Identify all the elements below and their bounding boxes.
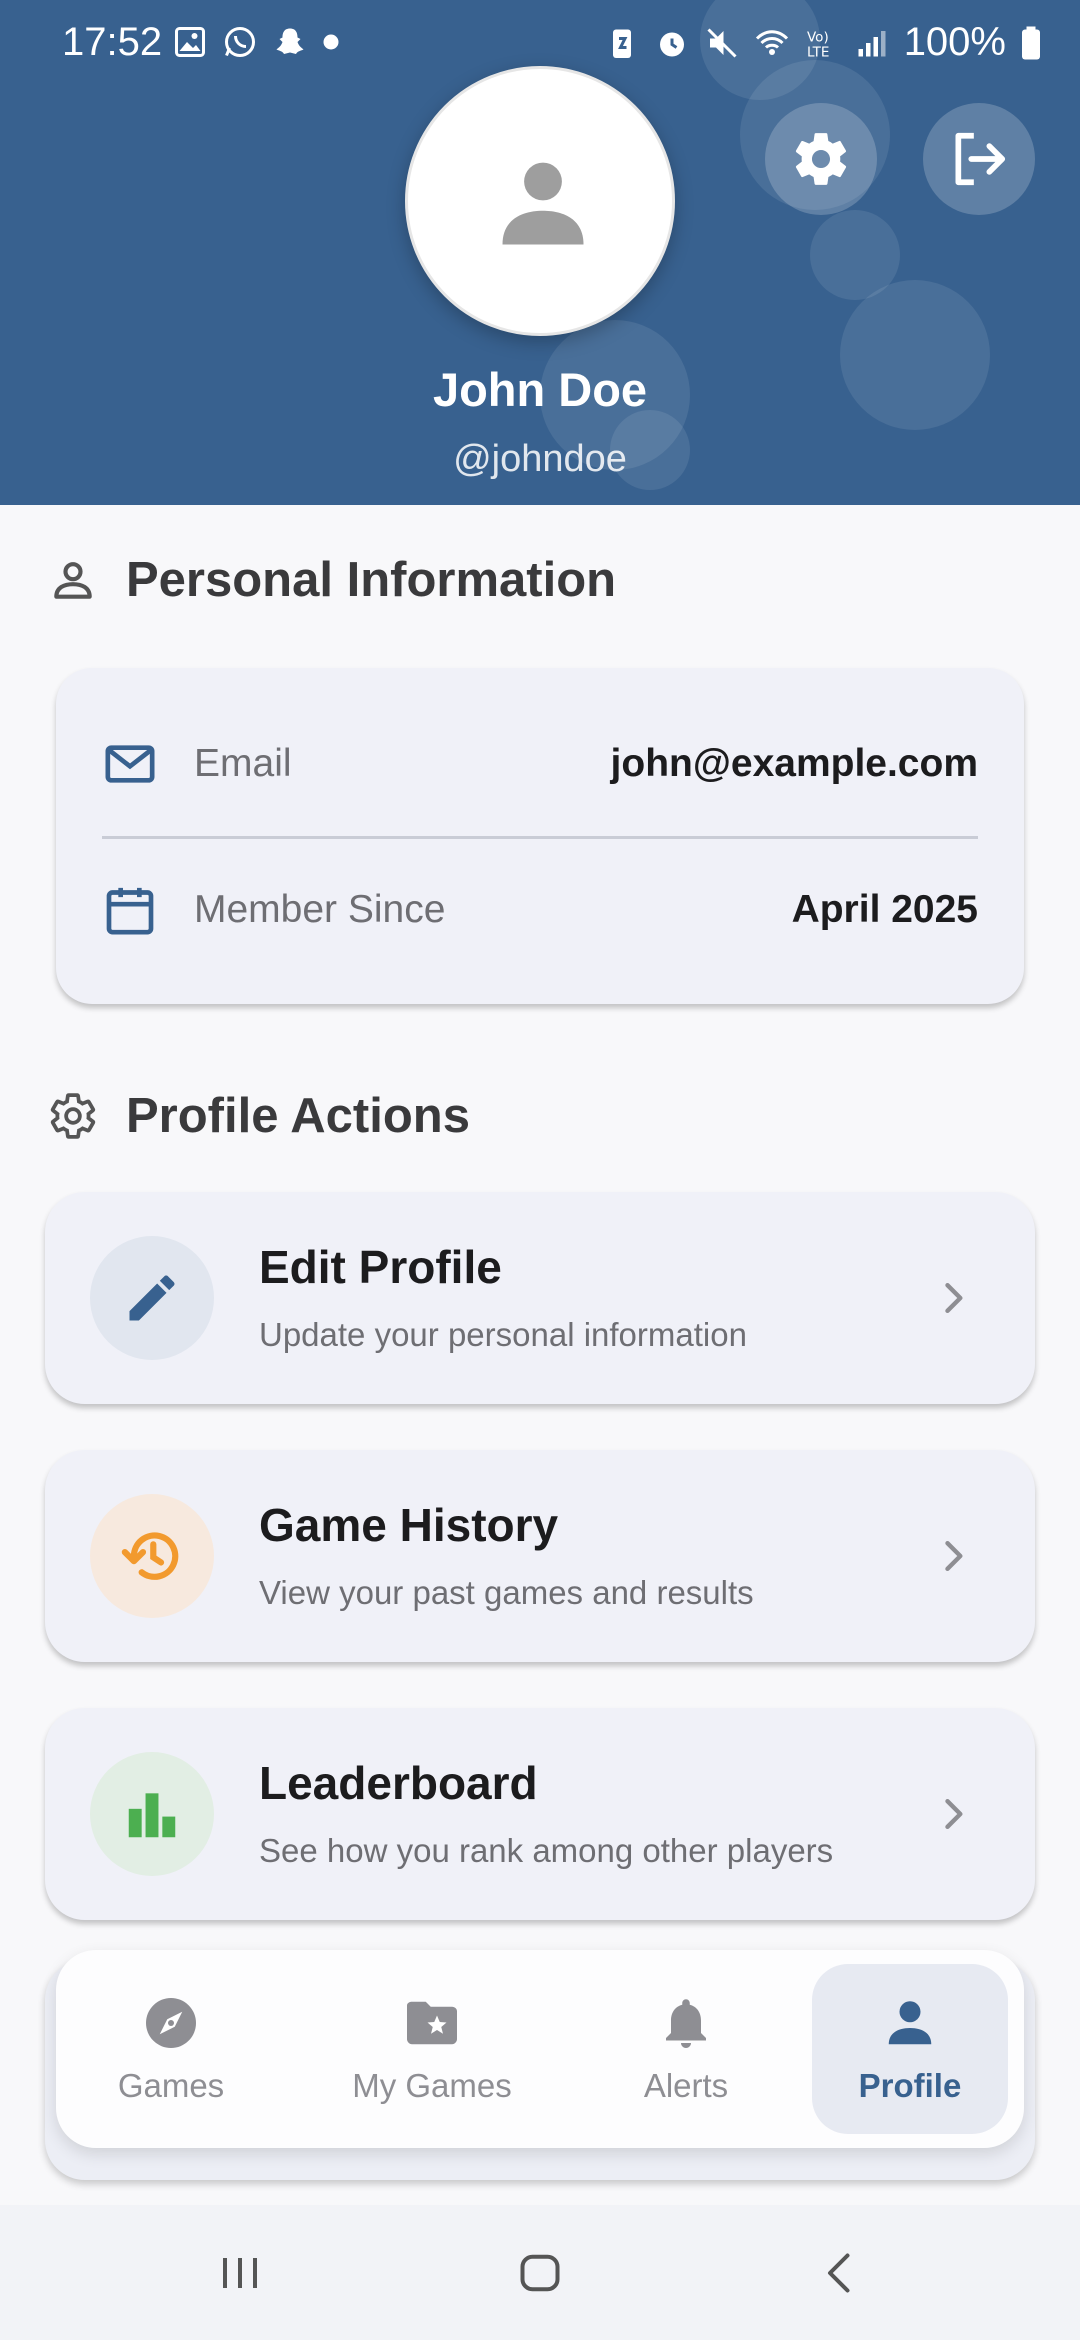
back-icon [828,2253,850,2292]
action-subtitle: View your past games and results [259,1574,754,1611]
action-subtitle: See how you rank among other players [259,1832,834,1869]
person-outline-icon [54,562,92,599]
action-icon-circle [90,1236,214,1360]
bell-icon [666,1999,706,2048]
info-label: Member Since [194,888,446,931]
nav-label: Profile [858,2067,962,2104]
divider [102,836,978,839]
chevron-right-icon [945,1798,963,1830]
leaderboard-button[interactable]: Leaderboard See how you rank among other… [45,1708,1035,1920]
chevron-right-icon [945,1540,963,1572]
avatar[interactable] [405,66,675,336]
battery-percent: 100% [903,20,1006,64]
snapchat-icon [276,28,304,54]
action-title: Leaderboard [259,1757,538,1809]
back-button[interactable] [800,2205,880,2340]
nav-item-games[interactable]: Games [73,1964,269,2134]
compass-icon [146,1998,196,2048]
action-title: Game History [259,1499,559,1551]
profile-header: 17:52 Vo) LTE 100% John Doe @johndoe [0,0,1080,505]
home-button[interactable] [500,2205,580,2340]
recent-apps-button[interactable] [200,2205,280,2340]
info-row-email: Email john@example.com [102,714,978,814]
signal-icon [858,30,886,56]
system-navigation-bar [0,2205,1080,2340]
edit-profile-button[interactable]: Edit Profile Update your personal inform… [45,1192,1035,1404]
chevron-right-icon [945,1282,963,1314]
battery-saver-icon [612,29,631,58]
bar-chart-icon [128,1793,176,1838]
action-icon-circle [90,1752,214,1876]
nav-item-profile[interactable]: Profile [812,1964,1008,2134]
email-value: john@example.com [610,742,978,785]
whatsapp-icon [225,27,255,57]
gear-icon [795,133,847,185]
system-status: Vo) LTE 100% [604,20,1042,65]
gear-outline-icon [50,1093,96,1139]
dot-icon [323,34,339,50]
nav-label: Games [117,2067,225,2104]
svg-text:LTE: LTE [807,44,829,60]
battery-icon [1022,26,1040,59]
gallery-icon [175,27,205,57]
section-title: Personal Information [126,553,617,607]
home-icon [520,2254,560,2291]
info-row-member-since: Member Since April 2025 [102,860,978,960]
person-icon [888,2001,932,2045]
logout-icon [955,132,1006,186]
nav-label: Alerts [643,2067,729,2104]
member-since-value: April 2025 [791,888,978,931]
mail-icon [105,745,155,783]
bottom-nav: Games My Games Alerts Profile [56,1950,1024,2148]
action-title: Edit Profile [259,1241,502,1293]
history-icon [121,1532,179,1580]
notification-icons [172,24,340,60]
profile-name: John Doe [432,363,648,416]
svg-text:Vo): Vo) [807,29,829,45]
calendar-icon [106,887,154,935]
nav-item-my-games[interactable]: My Games [334,1964,530,2134]
nav-item-alerts[interactable]: Alerts [588,1964,784,2134]
game-history-button[interactable]: Game History View your past games and re… [45,1450,1035,1662]
action-icon-circle [90,1494,214,1618]
section-title: Profile Actions [126,1089,470,1143]
action-subtitle: Update your personal information [259,1316,747,1353]
folder-star-icon [407,2001,457,2045]
personal-info-card: Email john@example.com Member Since Apri… [56,668,1024,1004]
person-placeholder-icon [502,162,584,245]
logout-button[interactable] [923,103,1035,215]
personal-info-heading: Personal Information [48,552,616,608]
info-label: Email [194,742,292,785]
alarm-icon [659,32,684,56]
wifi-icon [755,29,788,55]
pencil-icon [129,1275,175,1321]
nav-label: My Games [352,2067,512,2104]
volte-icon: Vo)LTE [807,29,829,60]
mute-icon [707,27,737,58]
settings-button[interactable] [765,103,877,215]
profile-handle: @johndoe [453,438,627,480]
status-time: 17:52 [62,20,163,64]
recent-apps-icon [223,2257,257,2288]
profile-actions-heading: Profile Actions [48,1088,470,1144]
